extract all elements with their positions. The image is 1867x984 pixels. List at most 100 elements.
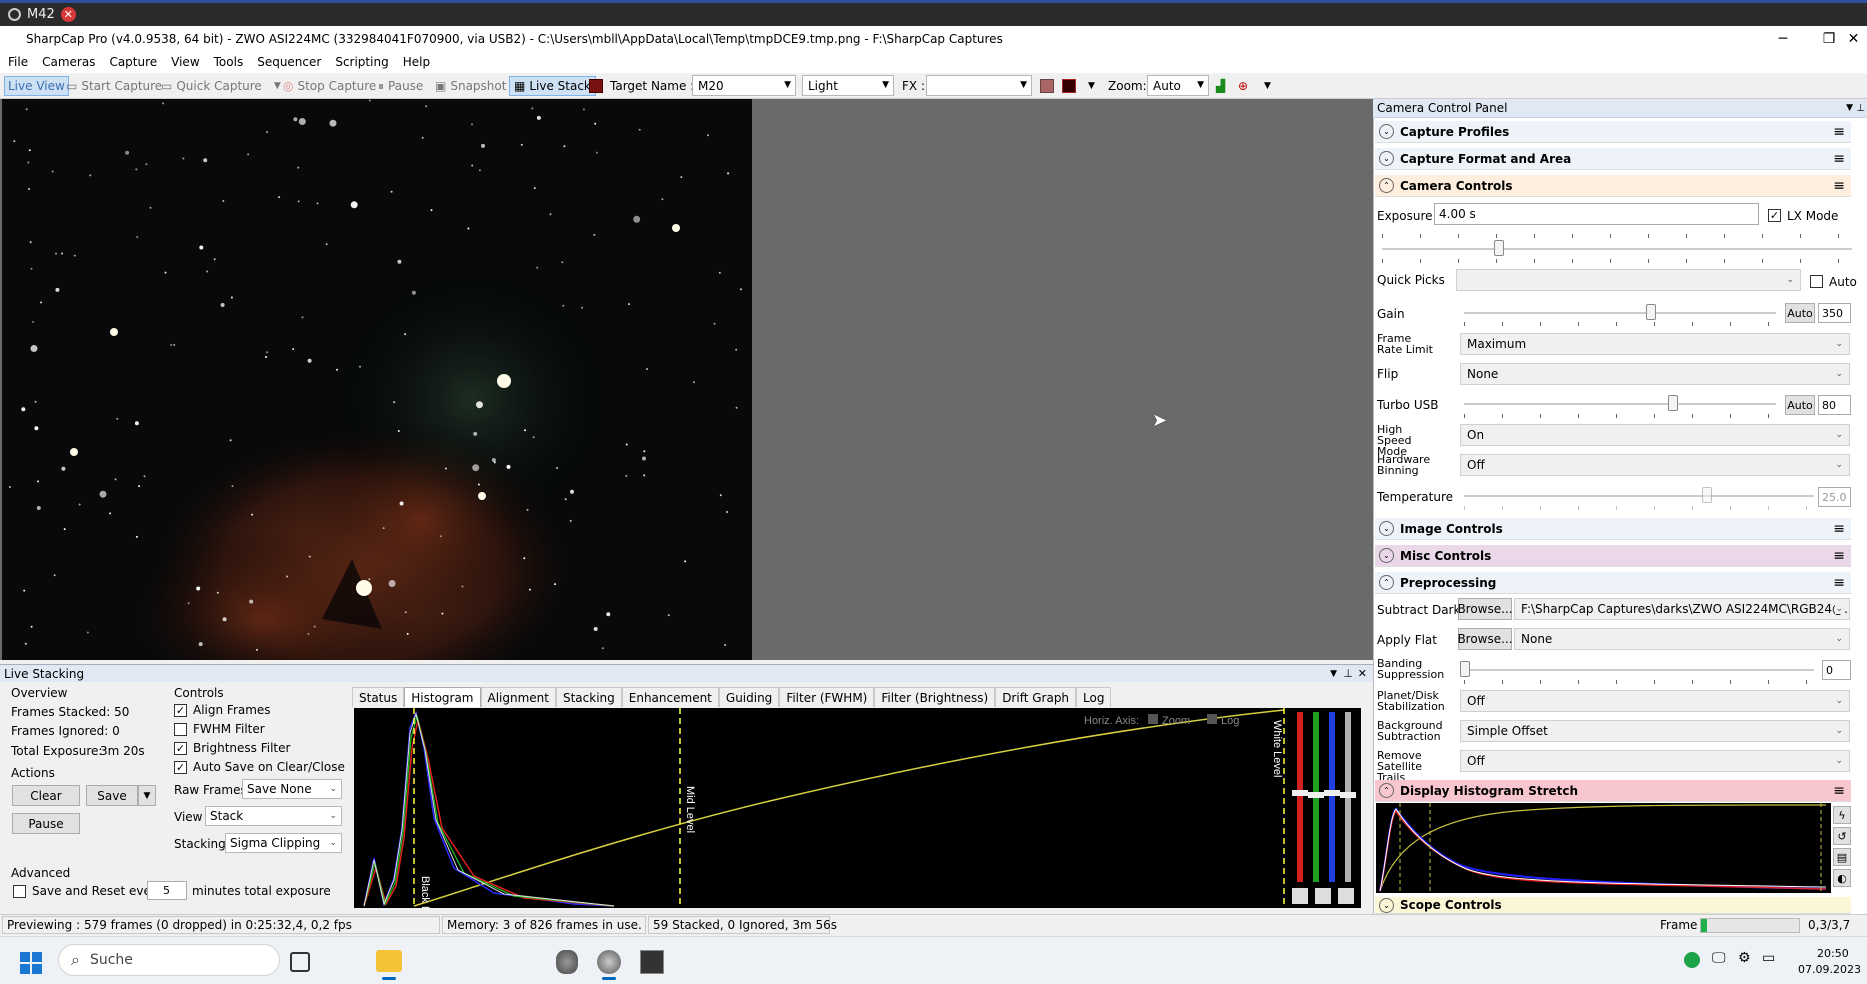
turbo-value[interactable]: 80: [1818, 395, 1851, 415]
tab-filter-brightness[interactable]: Filter (Brightness): [874, 687, 996, 707]
histogram-icon[interactable]: ▟: [1216, 76, 1225, 96]
sharpcap-taskbar-icon[interactable]: [597, 950, 621, 974]
close-tab-icon[interactable]: ✕: [60, 6, 76, 22]
gain-slider-thumb[interactable]: [1646, 304, 1657, 320]
lightning-icon[interactable]: ϟ: [1833, 806, 1851, 824]
fx-combo[interactable]: ▼: [926, 75, 1032, 96]
section-misc-controls[interactable]: ⌄ Misc Controls ≡: [1375, 545, 1851, 567]
turbo-slider-track[interactable]: [1464, 403, 1776, 405]
tab-stacking[interactable]: Stacking: [555, 687, 622, 707]
reset-icon[interactable]: [1338, 888, 1354, 904]
banding-slider-track[interactable]: [1464, 669, 1814, 671]
flip-select[interactable]: None ⌄: [1460, 363, 1850, 385]
tab-histogram[interactable]: Histogram: [404, 687, 481, 707]
subtract-dark-select[interactable]: F:\SharpCap Captures\darks\ZWO ASI224MC\…: [1514, 598, 1850, 620]
tab-filter-fwhm[interactable]: Filter (FWHM): [779, 687, 875, 707]
menu-sequencer[interactable]: Sequencer: [257, 55, 321, 69]
minimize-button[interactable]: ─: [1760, 26, 1806, 51]
gain-auto-button[interactable]: Auto: [1785, 303, 1815, 323]
clock-time[interactable]: 20:50: [1817, 947, 1849, 960]
menu-tools[interactable]: Tools: [214, 55, 244, 69]
background-subtraction-select[interactable]: Simple Offset ⌄: [1460, 720, 1850, 742]
banding-slider-thumb[interactable]: [1460, 661, 1470, 677]
display-histogram-graph[interactable]: [1376, 803, 1831, 893]
lx-mode-checkbox[interactable]: ✓: [1768, 209, 1781, 222]
menu-cameras[interactable]: Cameras: [42, 55, 95, 69]
banding-value[interactable]: 0: [1822, 660, 1851, 680]
section-image-controls[interactable]: ⌄ Image Controls ≡: [1375, 518, 1851, 540]
close-window-button[interactable]: ✕: [1840, 26, 1867, 51]
section-display-histogram[interactable]: ⌃ Display Histogram Stretch ≡: [1375, 780, 1851, 802]
section-preprocessing[interactable]: ⌃ Preprocessing ≡: [1375, 572, 1851, 594]
pause-stack-button[interactable]: Pause: [12, 813, 80, 834]
task-view-icon[interactable]: [290, 952, 310, 972]
menu-icon[interactable]: ≡: [1833, 521, 1845, 537]
section-capture-profiles[interactable]: ⌄ Capture Profiles ≡: [1375, 121, 1851, 143]
stop-capture-button[interactable]: ◎ Stop Capture: [283, 76, 376, 96]
astro-image[interactable]: [2, 99, 752, 660]
expand-icon[interactable]: ⌄: [1379, 521, 1394, 536]
stacking-select[interactable]: Sigma Clipping ⌄: [225, 833, 342, 853]
clock-date[interactable]: 07.09.2023: [1798, 963, 1861, 976]
snapshot-button[interactable]: ▣ Snapshot: [435, 76, 506, 96]
image-viewer-icon[interactable]: [640, 950, 664, 974]
quick-picks-auto-checkbox[interactable]: [1810, 275, 1823, 288]
exposure-input[interactable]: 4.00 s: [1434, 203, 1759, 225]
tab-guiding[interactable]: Guiding: [718, 687, 780, 707]
subtract-dark-browse-button[interactable]: Browse...: [1457, 598, 1513, 620]
expand-icon[interactable]: ⌄: [1379, 897, 1394, 913]
tab-status[interactable]: Status: [352, 687, 405, 707]
chevron-down-icon[interactable]: ▼: [1846, 103, 1853, 113]
collapse-icon[interactable]: ⌃: [1379, 575, 1394, 590]
gain-slider-track[interactable]: [1464, 312, 1776, 314]
network-icon[interactable]: ⚙: [1738, 950, 1751, 966]
section-scope-controls[interactable]: ⌄ Scope Controls: [1375, 897, 1851, 914]
record-icon[interactable]: [589, 79, 603, 93]
raw-frames-select[interactable]: Save None ⌄: [242, 779, 342, 799]
zoom-tool-icon[interactable]: ⊕: [1238, 76, 1248, 96]
zoom-combo[interactable]: Auto ▼: [1147, 75, 1209, 96]
overlay-icon[interactable]: [1040, 79, 1054, 93]
start-capture-button[interactable]: ▭ Start Capture: [66, 76, 162, 96]
align-frames-checkbox[interactable]: ✓: [174, 703, 187, 717]
menu-file[interactable]: File: [8, 55, 28, 69]
live-view-button[interactable]: Live View: [4, 76, 69, 96]
apply-flat-select[interactable]: None ⌄: [1514, 628, 1850, 650]
pin-icon[interactable]: ⊥: [1343, 667, 1353, 680]
quick-capture-button[interactable]: ▭ Quick Capture ▼: [161, 76, 281, 96]
menu-icon[interactable]: ≡: [1833, 548, 1845, 564]
collapse-icon[interactable]: ⌃: [1379, 178, 1394, 193]
blue-level-slider[interactable]: [1329, 712, 1335, 882]
remove-trails-select[interactable]: Off ⌄: [1460, 750, 1850, 772]
menu-scripting[interactable]: Scripting: [335, 55, 388, 69]
menu-icon[interactable]: ≡: [1833, 783, 1845, 799]
collapse-icon[interactable]: ⌃: [1379, 783, 1394, 798]
save-reset-minutes-spinner[interactable]: 5: [147, 881, 187, 900]
taskbar-search[interactable]: ⌕ Suche: [58, 944, 280, 976]
menu-view[interactable]: View: [171, 55, 199, 69]
save-options-chevron-icon[interactable]: ▼: [138, 785, 156, 806]
reset-icon[interactable]: ↺: [1833, 827, 1851, 845]
security-icon[interactable]: [1684, 952, 1700, 968]
quick-picks-select[interactable]: ⌄: [1456, 269, 1801, 291]
stack-histogram[interactable]: Black Level Mid Level White Level Horiz.…: [354, 708, 1289, 908]
chevron-down-icon[interactable]: ▼: [1330, 669, 1337, 679]
menu-icon[interactable]: ≡: [1833, 124, 1845, 140]
file-explorer-icon[interactable]: [376, 950, 402, 972]
tab-drift-graph[interactable]: Drift Graph: [995, 687, 1077, 707]
level-sliders[interactable]: [1289, 708, 1361, 908]
windows-start-icon[interactable]: [20, 952, 42, 974]
planet-stabilization-select[interactable]: Off ⌄: [1460, 690, 1850, 712]
sparkle-icon[interactable]: [1315, 888, 1331, 904]
live-stack-button[interactable]: ▦ Live Stack: [509, 76, 596, 96]
document-tab[interactable]: M42 ✕: [8, 4, 76, 24]
reticle-icon[interactable]: [1062, 79, 1076, 93]
log-checkbox[interactable]: [1207, 714, 1217, 724]
exposure-slider-track[interactable]: [1382, 248, 1852, 250]
apply-flat-browse-button[interactable]: Browse...: [1457, 628, 1513, 650]
tab-alignment[interactable]: Alignment: [480, 687, 556, 707]
menu-capture[interactable]: Capture: [109, 55, 157, 69]
pause-button[interactable]: ⏸ Pause: [378, 76, 423, 96]
turbo-slider-thumb[interactable]: [1668, 395, 1679, 411]
lightning-icon[interactable]: [1292, 888, 1308, 904]
